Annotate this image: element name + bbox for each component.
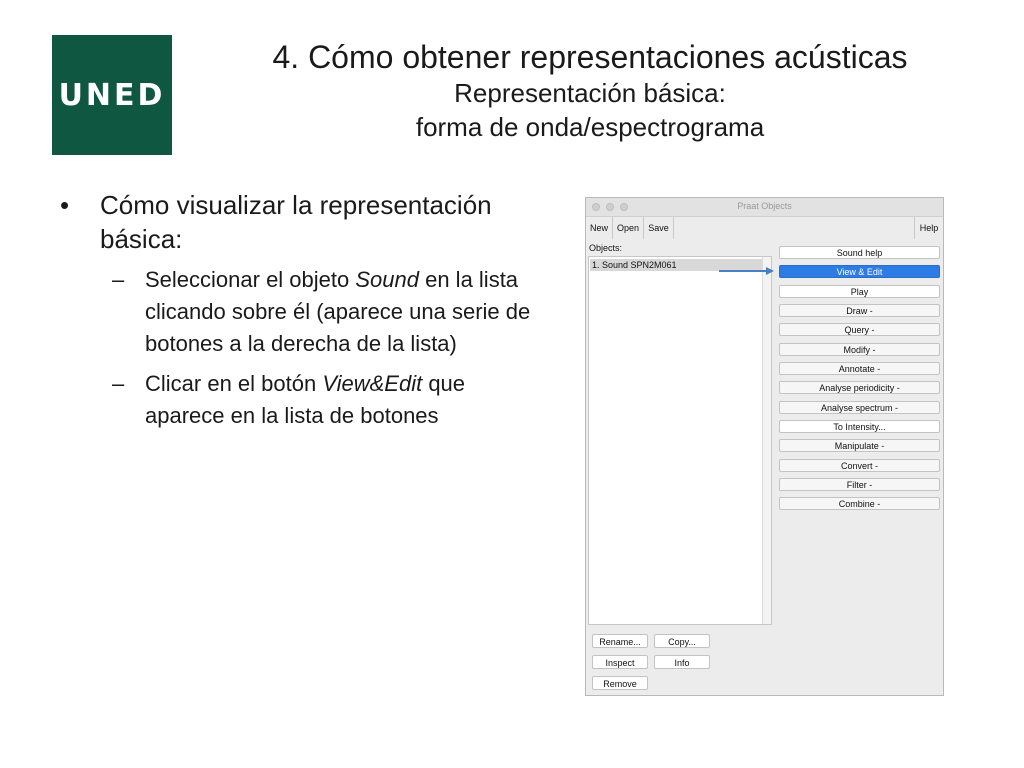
draw-button[interactable]: Draw - (779, 304, 940, 317)
bullet-marker: • (60, 190, 70, 220)
sub-item-1-em: Sound (355, 267, 419, 292)
modify-button[interactable]: Modify - (779, 343, 940, 356)
to-intensity-button[interactable]: To Intensity... (779, 420, 940, 433)
remove-button[interactable]: Remove (592, 676, 648, 690)
bullet-text: Cómo visualizar la representación básica… (100, 190, 492, 254)
dash-marker: – (112, 267, 125, 292)
objects-list[interactable]: 1. Sound SPN2M061 (588, 256, 772, 625)
sub-item-2-em: View&Edit (322, 371, 423, 396)
sub-item-1-pre: Seleccionar el objeto (145, 267, 356, 292)
title-main: 4. Cómo obtener representaciones acústic… (272, 39, 908, 75)
annotate-button[interactable]: Annotate - (779, 362, 940, 375)
sub-item-1: – Seleccionar el objeto Sound en la list… (112, 264, 540, 360)
filter-button[interactable]: Filter - (779, 478, 940, 491)
logo-text: UNED (58, 77, 166, 113)
analyse-spectrum-button[interactable]: Analyse spectrum - (779, 401, 940, 414)
combine-button[interactable]: Combine - (779, 497, 940, 510)
copy-button[interactable]: Copy... (654, 634, 710, 648)
rename-button[interactable]: Rename... (592, 634, 648, 648)
title-subtitle-2: forma de onda/espectrograma (415, 112, 765, 142)
dash-marker: – (112, 371, 125, 396)
title-subtitle-1: Representación básica: (454, 78, 726, 108)
praat-objects-window: Praat Objects New Open Save Help Objects… (585, 197, 944, 696)
menu-help[interactable]: Help (914, 217, 943, 239)
manipulate-button[interactable]: Manipulate - (779, 439, 940, 452)
menu-new[interactable]: New (586, 217, 613, 239)
info-button[interactable]: Info (654, 655, 710, 669)
window-title: Praat Objects (737, 201, 792, 211)
pointer-arrow-icon (719, 267, 774, 275)
menu-open[interactable]: Open (613, 217, 644, 239)
analyse-periodicity-button[interactable]: Analyse periodicity - (779, 381, 940, 394)
slide-content: • Cómo visualizar la representación bási… (60, 188, 540, 440)
objects-label: Objects: (589, 243, 623, 253)
sub-list: – Seleccionar el objeto Sound en la list… (60, 264, 540, 432)
sound-help-button[interactable]: Sound help (779, 246, 940, 259)
sub-item-2-pre: Clicar en el botón (145, 371, 323, 396)
list-scrollbar[interactable] (762, 257, 771, 624)
uned-logo: UNED (52, 35, 172, 155)
view-edit-button[interactable]: View & Edit (779, 265, 940, 278)
inspect-button[interactable]: Inspect (592, 655, 648, 669)
sub-item-1-text: Seleccionar el objeto Sound en la lista … (145, 264, 540, 360)
slide-title: 4. Cómo obtener representaciones acústic… (180, 38, 1000, 144)
convert-button[interactable]: Convert - (779, 459, 940, 472)
menu-bar: New Open Save Help (586, 217, 943, 239)
play-button[interactable]: Play (779, 285, 940, 298)
window-titlebar: Praat Objects (586, 198, 943, 217)
query-button[interactable]: Query - (779, 323, 940, 336)
menu-save[interactable]: Save (644, 217, 674, 239)
sub-item-2-text: Clicar en el botón View&Edit que aparece… (145, 368, 540, 432)
main-bullet: • Cómo visualizar la representación bási… (60, 188, 540, 256)
sub-item-2: – Clicar en el botón View&Edit que apare… (112, 368, 540, 432)
